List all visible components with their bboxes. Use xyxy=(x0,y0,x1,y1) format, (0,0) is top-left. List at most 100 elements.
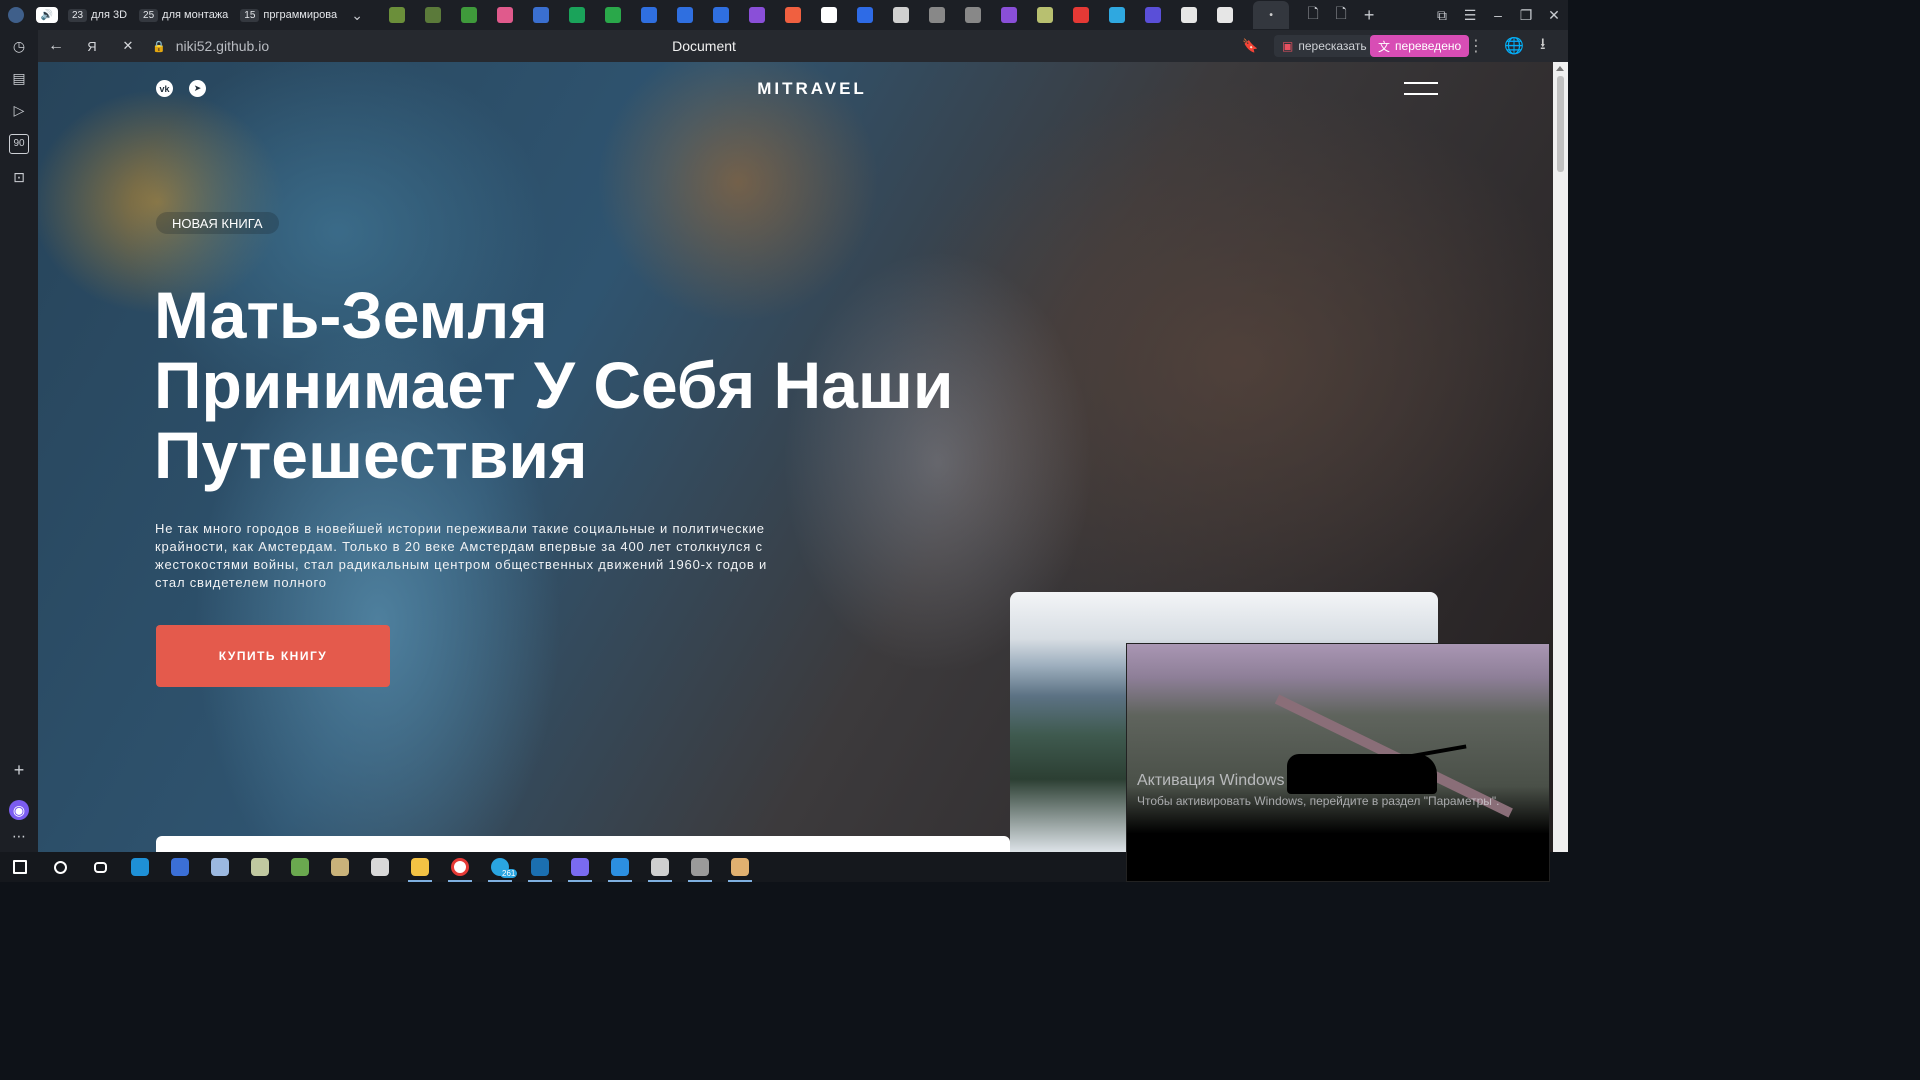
tab-group-count: 23 xyxy=(68,8,88,22)
tab-favicon-icon[interactable] xyxy=(1001,7,1018,23)
tab-favicon-icon[interactable] xyxy=(713,7,730,23)
tab-favicon-icon[interactable] xyxy=(425,7,442,23)
history-icon[interactable]: ◷ xyxy=(9,36,29,56)
settings-icon[interactable] xyxy=(360,852,400,882)
tab-group-label: для 3D xyxy=(91,9,128,21)
download-icon[interactable]: ⭳ xyxy=(1540,33,1546,60)
game-cross-icon[interactable] xyxy=(720,852,760,882)
app-a-icon[interactable] xyxy=(640,852,680,882)
hero-title: Мать-Земля Принимает У Себя Наши Путешес… xyxy=(154,280,954,490)
app-icon[interactable] xyxy=(160,852,200,882)
vscode-icon[interactable] xyxy=(600,852,640,882)
telegram-icon[interactable]: ➤ xyxy=(189,80,206,97)
tab-favicon-icon[interactable] xyxy=(497,7,514,23)
screenshot-icon[interactable]: ⊡ xyxy=(9,167,29,187)
site-logo[interactable]: MITRAVEL xyxy=(738,79,886,99)
chevron-down-icon[interactable]: ⌄ xyxy=(343,7,371,24)
restore-icon[interactable]: ❐ xyxy=(1512,7,1540,24)
windows-activation-title: Активация Windows xyxy=(1137,772,1285,789)
hero-description: Не так много городов в новейшей истории … xyxy=(155,521,768,590)
tab-favicon-icon[interactable] xyxy=(389,7,406,23)
tab-group-programming[interactable]: 15 прграммирова xyxy=(234,4,343,26)
yandex-icon[interactable]: Я xyxy=(74,39,110,54)
alice-icon[interactable]: ◉ xyxy=(9,800,29,820)
tab-favicon-icon[interactable] xyxy=(1109,7,1126,23)
tab-group-3d[interactable]: 23 для 3D xyxy=(62,4,133,26)
game-icon-2[interactable] xyxy=(320,852,360,882)
tab-favicon-icon[interactable] xyxy=(1217,7,1234,23)
tab-favicon-icon[interactable] xyxy=(857,7,874,23)
tab-favicon-icon[interactable] xyxy=(1037,7,1054,23)
minimize-icon[interactable]: – xyxy=(1484,7,1512,23)
document-tab-icon[interactable]: 🗋 xyxy=(1299,3,1327,27)
collections-icon[interactable]: ▤ xyxy=(9,68,29,88)
tab-group-label: прграммирова xyxy=(263,9,338,21)
yandex-browser-icon[interactable] xyxy=(440,852,480,882)
lock-icon: 🔒 xyxy=(152,40,166,53)
telegram-icon[interactable]: 261 xyxy=(480,852,520,882)
page-title: Document xyxy=(672,38,736,54)
explorer-icon[interactable] xyxy=(400,852,440,882)
buy-book-button[interactable]: КУПИТЬ КНИГУ xyxy=(156,625,390,687)
tab-favicon-icon[interactable] xyxy=(821,7,838,23)
add-icon[interactable]: + xyxy=(9,760,29,780)
counter-icon[interactable]: 90 xyxy=(9,134,29,154)
new-tab-plus-icon[interactable]: + xyxy=(1355,5,1383,26)
tab-group-montage[interactable]: 25 для монтажа xyxy=(133,4,234,26)
notepad-icon[interactable] xyxy=(200,852,240,882)
back-arrow-icon[interactable]: ← xyxy=(38,37,74,55)
current-tab[interactable]: • xyxy=(1253,1,1290,29)
picture-in-picture-video[interactable] xyxy=(1126,643,1550,882)
retell-button[interactable]: ▣ пересказать xyxy=(1274,35,1375,57)
discord-icon[interactable] xyxy=(560,852,600,882)
globe-icon[interactable]: 🌐 xyxy=(1504,36,1524,56)
scroll-up-arrow[interactable] xyxy=(1556,66,1564,71)
more-icon[interactable]: ⋯ xyxy=(9,826,29,846)
steam-icon[interactable] xyxy=(520,852,560,882)
tab-favicon-icon[interactable] xyxy=(965,7,982,23)
hero-title-line: Мать-Земля xyxy=(154,278,548,352)
address-bar: ← Я ✕ 🔒 niki52.github.io Document 🔖 ▣ пер… xyxy=(38,30,1568,62)
retell-label: пересказать xyxy=(1298,39,1367,53)
stop-loading-icon[interactable]: ✕ xyxy=(110,38,146,54)
tab-favicon-icon[interactable] xyxy=(785,7,802,23)
tab-favicon-icon[interactable] xyxy=(641,7,658,23)
vk-icon[interactable]: vk xyxy=(156,80,173,97)
translate-button[interactable]: 文 переведено xyxy=(1370,35,1470,57)
edge-icon[interactable] xyxy=(120,852,160,882)
windows-activation-text: Чтобы активировать Windows, перейдите в … xyxy=(1137,794,1500,808)
video-icon[interactable]: ▷ xyxy=(9,100,29,120)
tab-favicon-icon[interactable] xyxy=(569,7,586,23)
more-options-icon[interactable]: ⋮ xyxy=(1468,36,1484,56)
tab-group-count: 15 xyxy=(240,8,260,22)
task-view-icon[interactable] xyxy=(80,852,120,882)
start-icon[interactable] xyxy=(0,852,40,882)
tab-favicon-icon[interactable] xyxy=(533,7,550,23)
tab-favicon-icon[interactable] xyxy=(461,7,478,23)
tab-favicon-icon[interactable] xyxy=(893,7,910,23)
menu-icon[interactable]: ☰ xyxy=(1456,7,1484,24)
hamburger-menu-icon[interactable] xyxy=(1404,82,1438,96)
game-icon[interactable] xyxy=(240,852,280,882)
tab-favicon-icon[interactable] xyxy=(1145,7,1162,23)
tab-favicon-icon[interactable] xyxy=(929,7,946,23)
tab-favicon-icon[interactable] xyxy=(605,7,622,23)
tab-favicon-icon[interactable] xyxy=(1181,7,1198,23)
bookmarks-icon[interactable]: ⧉ xyxy=(1428,7,1456,24)
page-scrollbar[interactable] xyxy=(1553,62,1568,852)
close-icon[interactable]: ✕ xyxy=(1540,7,1568,24)
tank-game-icon[interactable] xyxy=(280,852,320,882)
audio-tab-icon[interactable]: 🔊 xyxy=(36,7,58,23)
search-icon[interactable] xyxy=(40,852,80,882)
tab-favicon-icon[interactable] xyxy=(749,7,766,23)
retell-icon: ▣ xyxy=(1282,39,1294,53)
scroll-thumb[interactable] xyxy=(1557,76,1564,172)
tab-favicon-icon[interactable] xyxy=(677,7,694,23)
document-tab-icon-2[interactable]: 🗋 xyxy=(1327,3,1355,27)
video-tank-silhouette xyxy=(1287,754,1437,794)
url-field[interactable]: niki52.github.io xyxy=(176,38,269,54)
world-of-tanks-icon[interactable] xyxy=(680,852,720,882)
browser-profile-icon[interactable] xyxy=(8,7,24,23)
bookmark-icon[interactable]: 🔖 xyxy=(1242,38,1258,54)
tab-favicon-icon[interactable] xyxy=(1073,7,1090,23)
